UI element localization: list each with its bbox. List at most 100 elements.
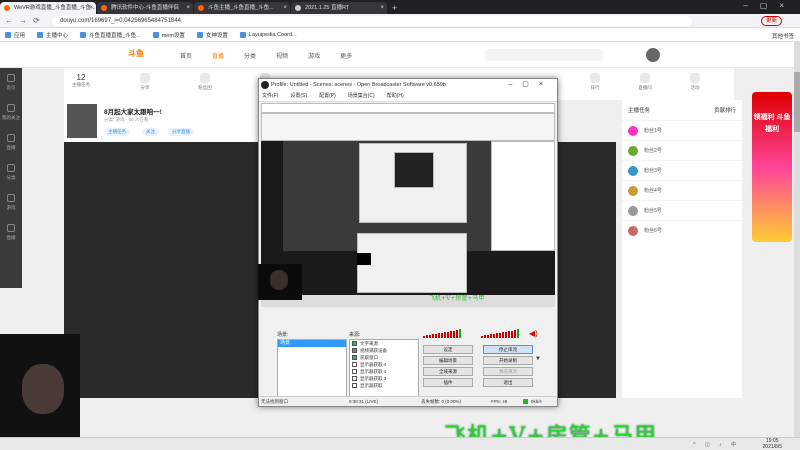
nav-item[interactable]: 游戏 xyxy=(308,51,320,60)
stop-stream-button[interactable]: 停止串流 xyxy=(483,345,533,354)
sidebar-item[interactable]: 分类 xyxy=(0,158,22,188)
status-indicator-icon xyxy=(523,399,528,404)
checkbox[interactable] xyxy=(352,369,357,374)
menu-item[interactable]: 配置(P) xyxy=(319,91,336,101)
nav-item[interactable]: 首页 xyxy=(180,51,192,60)
bookmark-item[interactable]: 应用 xyxy=(5,31,25,39)
close-icon[interactable]: × xyxy=(283,2,287,14)
browser-tab[interactable]: 2021.1.25 直播RT × xyxy=(291,2,387,14)
nav-item[interactable]: 分类 xyxy=(244,51,256,60)
strip-item[interactable]: 12 主播任务 xyxy=(70,73,92,88)
menu-item[interactable]: 文件(F) xyxy=(262,91,278,101)
url-field[interactable]: douyu.com/169697_i=0.04256965484751844 xyxy=(52,16,692,26)
chevron-down-icon[interactable]: ▼ xyxy=(535,356,541,362)
checkbox[interactable] xyxy=(352,376,357,381)
chat-tab[interactable]: 主播任务 xyxy=(628,106,650,114)
browser-tab[interactable]: WeVR游戏直播_斗鱼直播_斗鱼... × xyxy=(0,2,96,14)
bookmark-item[interactable]: 斗鱼直播直播_斗鱼... xyxy=(80,31,141,39)
checkbox[interactable] xyxy=(352,355,357,360)
room-tag-button[interactable]: 关注 xyxy=(142,128,159,136)
page-scrollbar[interactable] xyxy=(794,42,800,437)
exit-button[interactable]: 退出 xyxy=(483,378,533,387)
source-item[interactable]: 显示器获取 3 xyxy=(350,375,418,382)
strip-item[interactable]: 活动 xyxy=(684,73,706,91)
checkbox[interactable] xyxy=(352,348,357,353)
nav-item[interactable]: 直播 xyxy=(212,51,224,60)
list-item[interactable]: 粉丝3号 xyxy=(622,160,742,180)
browser-tab[interactable]: 斗鱼主播_斗鱼直播_斗鱼... × xyxy=(194,2,290,14)
source-item[interactable]: 显示器获取 4 xyxy=(350,368,418,375)
list-item[interactable]: 粉丝4号 xyxy=(622,180,742,200)
list-item[interactable]: 粉丝6号 xyxy=(622,220,742,240)
search-input[interactable] xyxy=(484,49,604,61)
menu-item[interactable]: 设置(S) xyxy=(290,91,307,101)
sidebar-item[interactable]: 游戏 xyxy=(0,188,22,218)
scrollbar-thumb[interactable] xyxy=(794,72,800,132)
checkbox[interactable] xyxy=(352,341,357,346)
category-icon xyxy=(7,164,15,172)
source-item[interactable]: 获取窗口 xyxy=(350,354,418,361)
site-logo[interactable]: 斗鱼 xyxy=(128,48,144,59)
avatar[interactable] xyxy=(646,48,660,62)
start-recording-button[interactable]: 开始录制 xyxy=(483,356,533,365)
obs-window-controls[interactable]: –▢× xyxy=(508,79,553,91)
bookmark-item[interactable]: mem设置 xyxy=(152,31,185,39)
menu-item[interactable]: 场景集合(C) xyxy=(348,91,375,101)
plugins-button[interactable]: 插件 xyxy=(423,378,473,387)
strip-count: 12 xyxy=(76,73,86,82)
scene-item[interactable]: 场景 xyxy=(278,340,346,347)
window-controls[interactable]: –▢× xyxy=(743,1,796,10)
sidebar-item[interactable]: 直播 xyxy=(0,218,22,248)
meter-bar xyxy=(511,331,513,338)
system-tray[interactable]: ^ ◫ ♪ 中 xyxy=(693,441,740,448)
list-item[interactable]: 粉丝5号 xyxy=(622,200,742,220)
bookmark-item[interactable]: 女神设置 xyxy=(196,31,228,39)
preview-stream-button[interactable]: 预览串流 xyxy=(483,367,533,376)
user-avatar-icon xyxy=(628,205,638,216)
room-tag-button[interactable]: 分享直播 xyxy=(168,128,194,136)
taskbar-clock[interactable]: 19:05 2021/8/5 xyxy=(763,438,782,450)
nav-item[interactable]: 视频 xyxy=(276,51,288,60)
source-item[interactable]: 文字来源 xyxy=(350,340,418,347)
list-item[interactable]: 粉丝2号 xyxy=(622,140,742,160)
nav-item[interactable]: 更多 xyxy=(340,51,352,60)
bookmark-item[interactable]: 主播中心 xyxy=(37,31,68,39)
new-tab-button[interactable]: + xyxy=(392,2,397,14)
nav-buttons[interactable]: ←→⟳ xyxy=(5,16,46,25)
browser-tab[interactable]: 腾讯软件中心-斗鱼直播伴侣 × xyxy=(97,2,193,14)
list-item[interactable]: 粉丝1号 xyxy=(622,120,742,140)
speaker-icon[interactable]: ◀) xyxy=(529,329,538,338)
scenes-list[interactable]: 场景 xyxy=(277,339,347,397)
close-icon[interactable]: × xyxy=(380,2,384,14)
source-item[interactable]: 显示器获取 4 xyxy=(350,361,418,368)
video-player[interactable] xyxy=(64,142,258,398)
update-button[interactable]: 更新 xyxy=(760,16,782,26)
strip-item[interactable]: 直播间 xyxy=(634,73,656,91)
obs-preview[interactable]: 飞机+V+房管+马甲 xyxy=(261,103,555,307)
bookmark-label: 女神设置 xyxy=(205,32,228,39)
close-icon[interactable]: × xyxy=(186,2,190,14)
checkbox[interactable] xyxy=(352,383,357,388)
source-item[interactable]: 视频捕获设备 xyxy=(350,347,418,354)
source-item[interactable]: 显示器获取 xyxy=(350,382,418,389)
strip-item[interactable]: 分享 xyxy=(134,73,156,91)
edit-scene-button[interactable]: 编辑场景 xyxy=(423,356,473,365)
bookmark-item[interactable]: Layuipedia Coord... xyxy=(239,31,297,38)
settings-button[interactable]: 设定 xyxy=(423,345,473,354)
sidebar-label: 直播 xyxy=(6,145,16,150)
sidebar-item[interactable]: 我的关注 xyxy=(0,98,22,128)
room-tag-button[interactable]: 主播任务 xyxy=(104,128,130,136)
strip-item[interactable]: 排行 xyxy=(584,73,606,91)
strip-item[interactable]: 粉丝团 xyxy=(194,73,216,91)
sources-list[interactable]: 文字来源 视频捕获设备 获取窗口 显示器获取 4 显示器获取 4 显示器获取 3… xyxy=(349,339,419,397)
streamer-avatar[interactable] xyxy=(67,104,97,138)
sidebar-item[interactable]: 首页 xyxy=(0,68,22,98)
chat-tab[interactable]: 贡献排行 xyxy=(714,106,736,114)
other-bookmarks[interactable]: 其他书签 xyxy=(772,32,794,40)
checkbox[interactable] xyxy=(352,362,357,367)
sidebar-item[interactable]: 直播 xyxy=(0,128,22,158)
global-sources-button[interactable]: 全域来源 xyxy=(423,367,473,376)
promo-banner[interactable]: 领福利 斗鱼福利 xyxy=(752,92,792,242)
close-icon[interactable]: × xyxy=(89,2,93,14)
menu-item[interactable]: 帮助(H) xyxy=(387,91,404,101)
